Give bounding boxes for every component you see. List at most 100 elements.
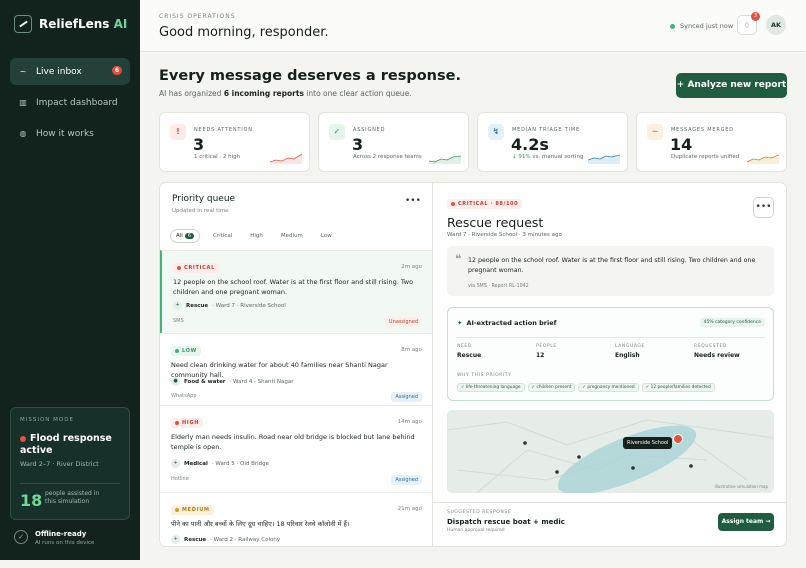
bell-icon: ♢ <box>743 21 751 30</box>
stat-card-needs-attention: ! NEEDS ATTENTION 3 1 critical · 2 high <box>159 112 310 172</box>
map-note: Illustrative simulation map <box>714 484 768 489</box>
priority-reasons: ✓ life-threatening language ✓ children p… <box>457 383 715 392</box>
water-icon: ● <box>171 377 180 386</box>
detail-subtitle: Ward 7 · Riverside School · 3 minutes ag… <box>447 232 562 238</box>
filter-count-badge: 6 <box>184 233 195 239</box>
why-priority-label: WHY THIS PRIORITY <box>457 373 512 378</box>
map-graphic <box>447 419 774 493</box>
detail-title: Rescue request <box>447 215 544 230</box>
mission-mode-card: MISSION MODE Flood response active Ward … <box>10 407 130 520</box>
queue-item[interactable]: CRITICAL 2m ago 12 people on the school … <box>160 250 432 333</box>
page-title: Good morning, responder. <box>159 25 329 40</box>
notification-count-badge: 3 <box>751 12 760 21</box>
status-badge: Assigned <box>391 475 422 485</box>
analyze-new-report-button[interactable]: + Analyze new report <box>676 73 787 98</box>
mission-location: Ward 2–7 · River District <box>20 460 99 468</box>
simulation-map[interactable]: Riverside School Illustrative simulation… <box>447 410 774 493</box>
queue-item[interactable]: LOW 8m ago Need clean drinking water for… <box>160 333 432 405</box>
queue-subtitle: Updated in real time <box>172 208 229 214</box>
sparkline <box>588 154 620 164</box>
reason-chip: ✓ pregnancy mentioned <box>578 383 639 392</box>
stat-sub: 1 critical · 2 high <box>194 154 241 160</box>
sidebar: ReliefLens AI ~ Live inbox 6 ▥ Impact da… <box>0 0 140 560</box>
quote-source: via SMS · Report RL-1042 <box>468 284 529 289</box>
notifications-button[interactable]: ♢ 3 <box>737 12 760 35</box>
rescue-icon: + <box>171 535 180 544</box>
stat-value: 3 <box>193 135 205 154</box>
status-badge: Assigned <box>391 392 422 402</box>
stat-label: NEEDS ATTENTION <box>194 127 253 133</box>
queue-item[interactable]: MEDIUM 21m ago पीने का पानी और बच्चों के… <box>160 492 432 546</box>
reason-chip: ✓ life-threatening language <box>457 383 525 392</box>
suggested-response-label: SUGGESTED RESPONSE <box>447 510 512 515</box>
approval-note: Human approval required <box>447 528 505 533</box>
logo-icon <box>14 15 32 33</box>
stat-sub: Duplicate reports unified <box>671 154 740 160</box>
stat-sub: ↓ 91% vs. manual sorting <box>512 154 584 160</box>
main-panel: Priority queue Updated in real time ••• … <box>159 182 787 547</box>
suggested-response: Dispatch rescue boat + medic <box>447 518 565 526</box>
sparkle-icon: ✦ <box>457 319 463 327</box>
priority-badge: LOW <box>171 346 201 356</box>
sidebar-item-live-inbox[interactable]: ~ Live inbox 6 <box>10 58 130 85</box>
timestamp: 8m ago <box>401 347 422 353</box>
filter-high[interactable]: High <box>245 230 268 242</box>
action-brief: ✦ AI-extracted action brief 45% category … <box>447 307 774 401</box>
offline-title: Offline-ready <box>35 530 87 538</box>
merge-icon: ~ <box>647 124 663 140</box>
timestamp: 14m ago <box>397 419 422 425</box>
filter-all[interactable]: All 6 <box>170 229 201 243</box>
map-location-label: Riverside School <box>623 437 673 449</box>
mission-label: MISSION MODE <box>20 417 74 423</box>
assign-team-button[interactable]: Assign team → <box>718 513 774 531</box>
offline-sub: AI runs on this device <box>35 540 95 546</box>
avatar[interactable]: AK <box>766 15 786 35</box>
topbar: CRISIS OPERATIONS Good morning, responde… <box>140 0 806 52</box>
detail-more-button[interactable]: ••• <box>753 197 774 218</box>
sparkline <box>429 155 461 164</box>
stat-label: MESSAGES MERGED <box>671 127 734 133</box>
alert-dot-icon <box>20 435 26 442</box>
sidebar-item-label: Live inbox <box>36 66 82 77</box>
quote-text: 12 people on the school roof. Water is a… <box>468 257 756 274</box>
filter-low[interactable]: Low <box>316 230 337 242</box>
message-meta: + Medical · Ward 5 · Old Bridge <box>171 459 269 468</box>
message-meta: ● Food & water · Ward 4 · Shanti Nagar <box>171 377 294 386</box>
stat-value: 14 <box>670 135 693 154</box>
timestamp: 2m ago <box>401 264 422 270</box>
divider <box>456 337 765 338</box>
queue-more-button[interactable]: ••• <box>405 196 421 206</box>
offline-status: ✓ Offline-ready AI runs on this device <box>14 530 94 546</box>
filter-critical[interactable]: Critical <box>208 230 237 242</box>
priority-badge: CRITICAL · 88/100 <box>447 199 523 209</box>
page-eyebrow: CRISIS OPERATIONS <box>159 13 236 20</box>
message-text: Elderly man needs insulin. Road near old… <box>171 433 415 451</box>
brief-field-requested: REQUESTED Needs review <box>694 344 740 359</box>
sidebar-nav: ~ Live inbox 6 ▥ Impact dashboard ◍ How … <box>10 58 130 151</box>
confidence-badge: 45% category confidence <box>699 318 765 327</box>
stat-card-median-triage: ↯ MEDIAN TRIAGE TIME 4.2s ↓ 91% vs. manu… <box>477 112 628 172</box>
brief-title: ✦ AI-extracted action brief <box>457 319 557 327</box>
divider <box>20 483 120 484</box>
quote-icon: ❝ <box>455 252 462 266</box>
sidebar-item-impact-dashboard[interactable]: ▥ Impact dashboard <box>10 89 130 116</box>
priority-badge: MEDIUM <box>171 505 214 515</box>
lightning-icon: ↯ <box>488 124 504 140</box>
brief-field-need: NEED Rescue <box>457 344 482 359</box>
reason-chip: ✓ children present <box>527 383 576 392</box>
brief-field-people: PEOPLE 12 <box>536 344 557 359</box>
rescue-icon: + <box>173 301 182 310</box>
inbox-count-badge: 6 <box>111 66 122 75</box>
sidebar-item-how-it-works[interactable]: ◍ How it works <box>10 120 130 147</box>
brand[interactable]: ReliefLens AI <box>14 15 127 33</box>
stat-value: 4.2s <box>511 135 549 154</box>
queue-item[interactable]: HIGH 14m ago Elderly man needs insulin. … <box>160 405 432 492</box>
filter-medium[interactable]: Medium <box>276 230 308 242</box>
queue-title: Priority queue <box>172 194 236 204</box>
status-dot-icon <box>670 23 675 29</box>
timestamp: 21m ago <box>397 506 422 512</box>
sparkline <box>747 154 779 164</box>
message-text: 12 people on the school roof. Water is a… <box>173 278 414 296</box>
sidebar-item-label: Impact dashboard <box>36 97 118 108</box>
alert-icon: ! <box>170 124 186 140</box>
